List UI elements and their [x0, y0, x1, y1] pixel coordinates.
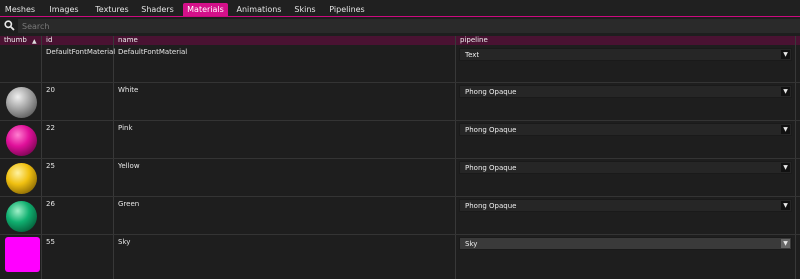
material-thumbnail — [6, 87, 37, 118]
material-id: 55 — [46, 238, 55, 246]
table-row[interactable]: DefaultFontMaterial DefaultFontMaterial … — [0, 45, 800, 83]
chevron-down-icon: ▼ — [781, 239, 790, 248]
table-row[interactable]: 20 White Phong Opaque ▼ — [0, 83, 800, 121]
material-id: 20 — [46, 86, 55, 94]
tab-textures[interactable]: Textures — [90, 3, 134, 16]
pipeline-select[interactable]: Phong Opaque ▼ — [459, 199, 792, 212]
pipeline-select-value: Phong Opaque — [465, 202, 517, 210]
tab-pipelines[interactable]: Pipelines — [326, 3, 368, 16]
pipeline-select-value: Phong Opaque — [465, 88, 517, 96]
tab-bar: Meshes Images Textures Shaders Materials… — [0, 0, 800, 17]
table-row[interactable]: 25 Yellow Phong Opaque ▼ — [0, 159, 800, 197]
search-icon — [4, 20, 15, 31]
chevron-down-icon: ▼ — [781, 201, 790, 210]
column-header-pipeline[interactable]: pipeline — [456, 36, 796, 45]
material-thumbnail — [5, 237, 40, 272]
table-row[interactable]: 55 Sky Sky ▼ — [0, 235, 800, 279]
materials-table: thumb ▲ id name pipeline DefaultFontMate… — [0, 36, 800, 279]
pipeline-select[interactable]: Text ▼ — [459, 48, 792, 61]
tab-animations[interactable]: Animations — [235, 3, 283, 16]
pipeline-select[interactable]: Phong Opaque ▼ — [459, 123, 792, 136]
table-row[interactable]: 26 Green Phong Opaque ▼ — [0, 197, 800, 235]
tab-meshes[interactable]: Meshes — [2, 3, 38, 16]
material-thumbnail — [6, 163, 37, 194]
pipeline-select-value: Phong Opaque — [465, 164, 517, 172]
chevron-down-icon: ▼ — [781, 87, 790, 96]
pipeline-select-value: Text — [465, 51, 480, 59]
column-header-name[interactable]: name — [114, 36, 455, 45]
pipeline-select-value: Sky — [465, 240, 478, 248]
tab-skins[interactable]: Skins — [291, 3, 319, 16]
chevron-down-icon: ▼ — [781, 163, 790, 172]
material-id: DefaultFontMaterial — [46, 48, 116, 56]
pipeline-select[interactable]: Sky ▼ — [459, 237, 792, 250]
column-header-id[interactable]: id — [42, 36, 113, 45]
table-row[interactable]: 22 Pink Phong Opaque ▼ — [0, 121, 800, 159]
column-label-thumb: thumb — [4, 36, 27, 44]
column-header-thumb[interactable]: thumb ▲ — [0, 36, 41, 45]
pipeline-select-value: Phong Opaque — [465, 126, 517, 134]
tab-shaders[interactable]: Shaders — [139, 3, 176, 16]
pipeline-select[interactable]: Phong Opaque ▼ — [459, 85, 792, 98]
material-id: 25 — [46, 162, 55, 170]
material-id: 26 — [46, 200, 55, 208]
search-bar — [0, 17, 800, 35]
material-id: 22 — [46, 124, 55, 132]
search-input[interactable] — [18, 19, 800, 33]
table-header: thumb ▲ id name pipeline — [0, 36, 800, 45]
material-name: Green — [118, 200, 140, 208]
material-name: Yellow — [118, 162, 140, 170]
material-name: Sky — [118, 238, 131, 246]
material-thumbnail — [6, 125, 37, 156]
chevron-down-icon: ▼ — [781, 125, 790, 134]
pipeline-select[interactable]: Phong Opaque ▼ — [459, 161, 792, 174]
material-thumbnail — [6, 201, 37, 232]
material-name: Pink — [118, 124, 133, 132]
tab-materials[interactable]: Materials — [183, 3, 228, 16]
material-name: White — [118, 86, 139, 94]
chevron-down-icon: ▼ — [781, 50, 790, 59]
tab-images[interactable]: Images — [46, 3, 82, 16]
material-name: DefaultFontMaterial — [118, 48, 188, 56]
